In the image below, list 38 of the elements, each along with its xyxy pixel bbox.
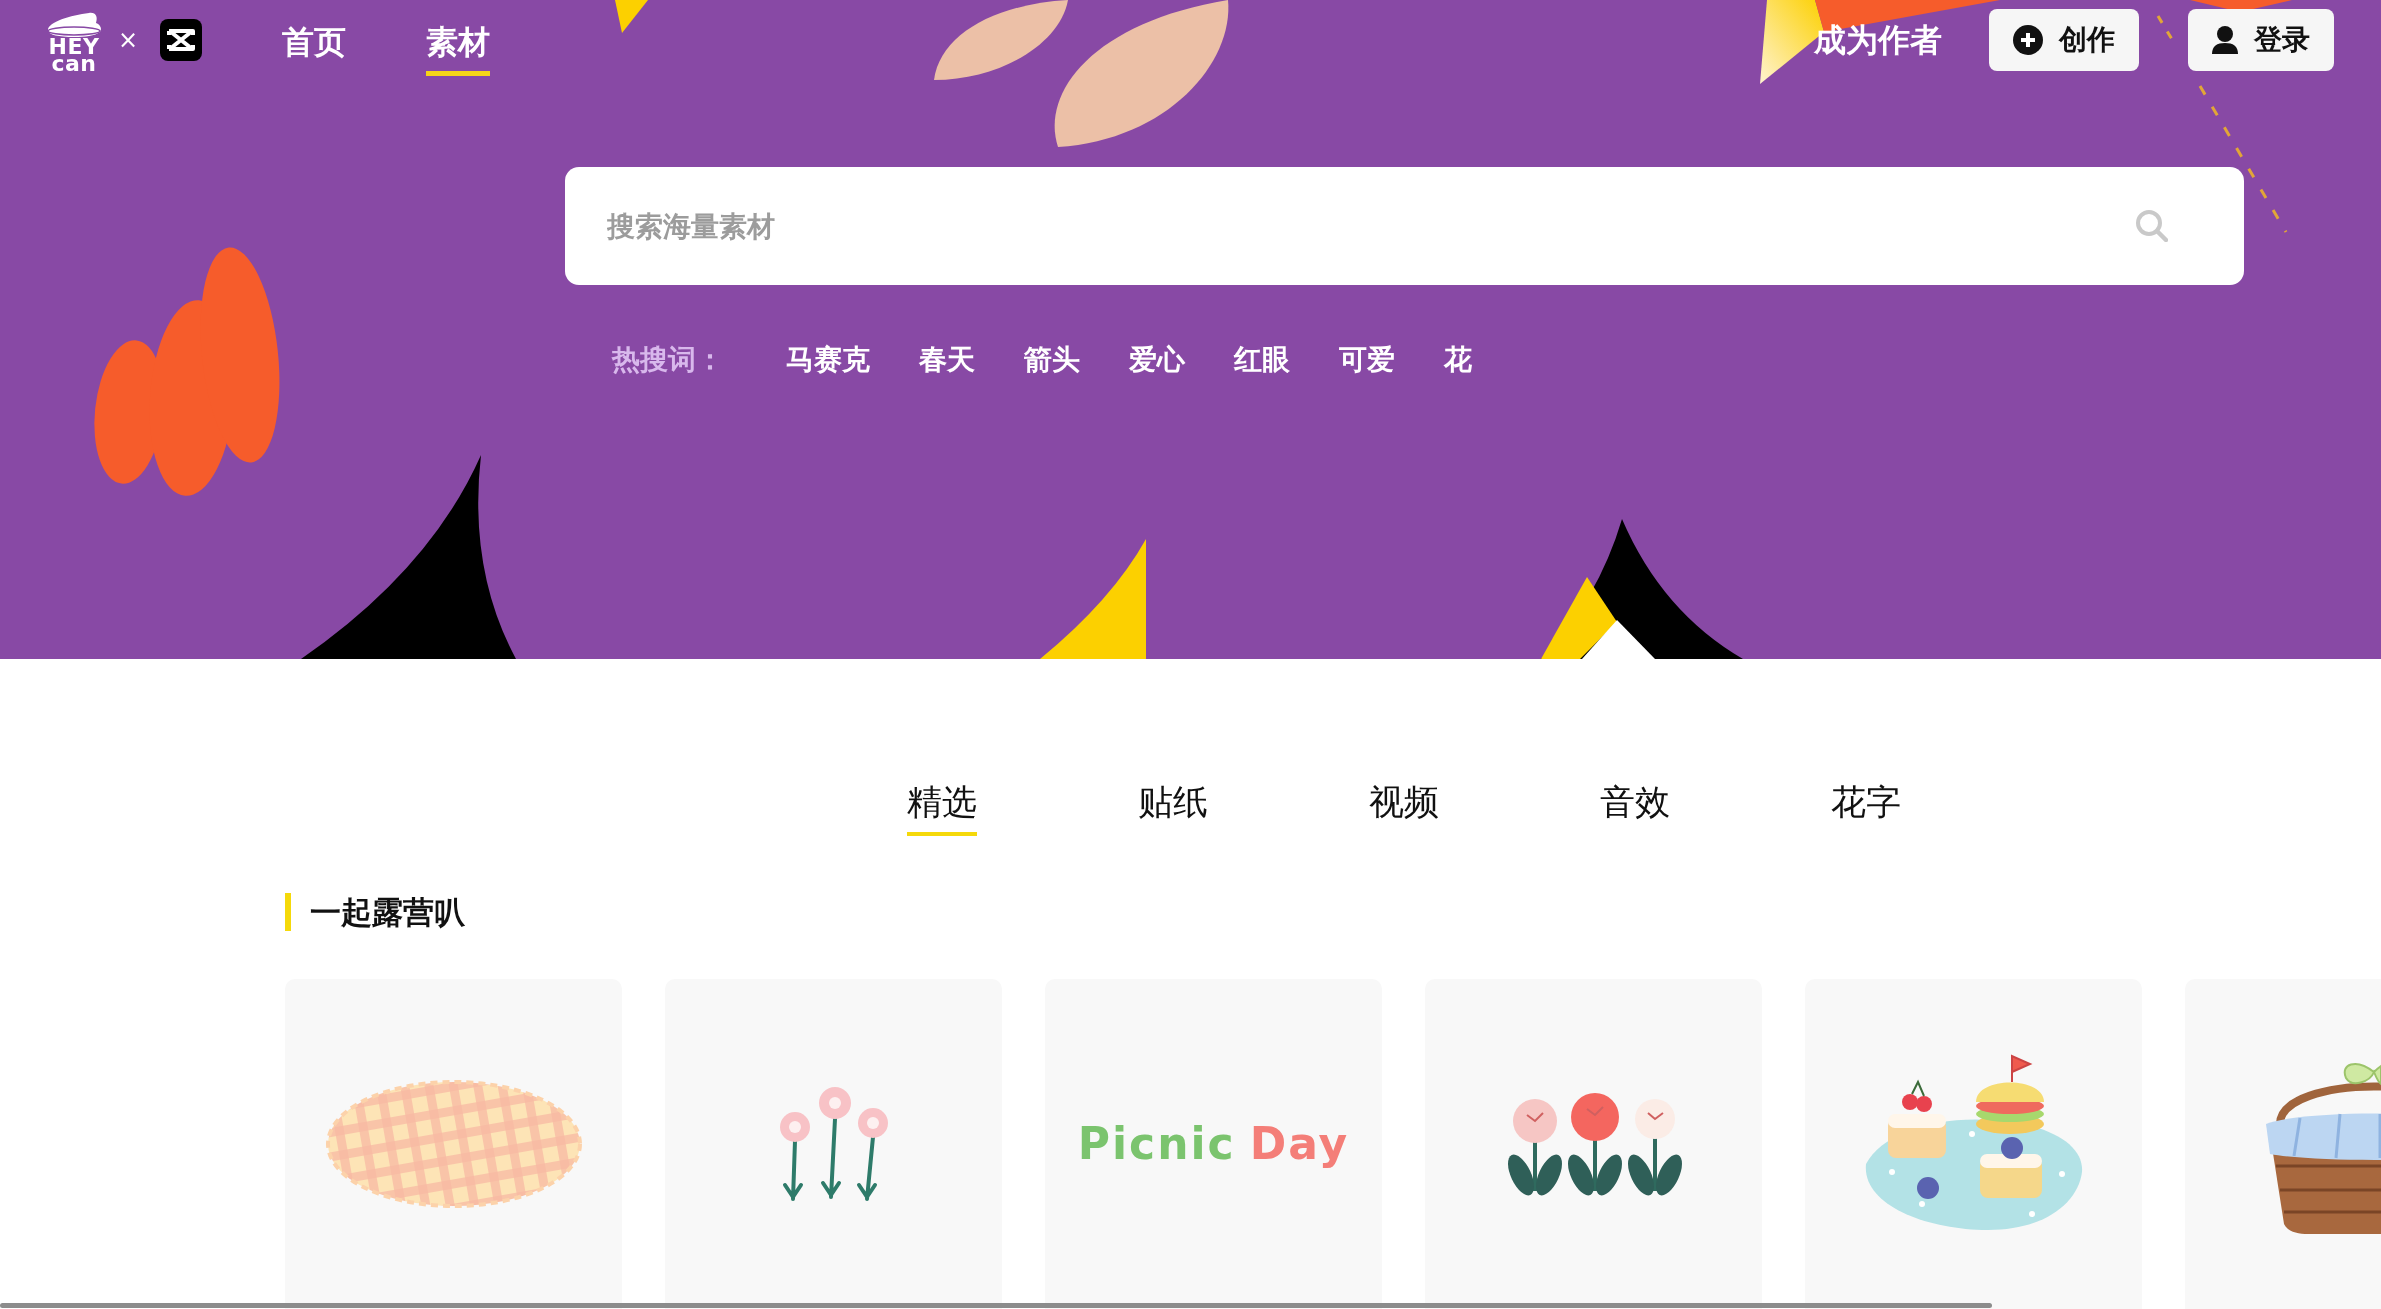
hot-search-term[interactable]: 花 [1444,340,1472,380]
create-button[interactable]: 创作 [1989,9,2139,71]
hot-search-term[interactable]: 红眼 [1234,340,1290,380]
cap-logo-icon [45,12,103,38]
plaid-blanket-icon [325,1080,582,1208]
category-tab[interactable]: 音效 [1600,782,1670,836]
logo-text: can [51,55,97,72]
sticker-card[interactable] [2185,979,2381,1309]
category-tab[interactable]: 花字 [1831,782,1901,836]
search-field[interactable]: 搜索海量素材 [565,167,2244,285]
scrollbar-thumb[interactable] [0,1303,1992,1308]
section-title: 一起露营叭 [310,893,465,931]
category-tab[interactable]: 视频 [1369,782,1439,836]
login-button[interactable]: 登录 [2188,9,2334,71]
hot-search-term[interactable]: 可爱 [1339,340,1395,380]
sticker-card[interactable] [1425,979,1762,1309]
category-tab[interactable]: 精选 [907,782,977,836]
times-sign: × [118,26,139,54]
search-icon[interactable] [2135,209,2168,242]
sticker-card[interactable] [665,979,1002,1309]
hot-search-term[interactable]: 爱心 [1129,340,1185,380]
hot-search-term[interactable]: 马赛克 [786,340,870,380]
title-accent-bar [285,893,291,931]
plus-circle-icon [2013,25,2043,55]
hot-search-term[interactable]: 箭头 [1024,340,1080,380]
sticker-card[interactable] [1805,979,2142,1309]
category-tab[interactable]: 贴纸 [1138,782,1208,836]
user-icon [2212,26,2238,54]
sticker-word: Picnic [1077,1118,1236,1170]
nav-link[interactable]: 素材 [426,8,491,76]
app-logo-icon [160,19,203,61]
hot-search-term[interactable]: 春天 [919,340,975,380]
hot-search-label: 热搜词： [612,342,724,378]
sticker-word: Day [1249,1118,1350,1170]
become-author-link[interactable]: 成为作者 [1814,20,1942,60]
logo-text: HEY [48,38,100,55]
triangle-drawing [615,0,648,33]
nav-link[interactable]: 首页 [282,8,347,76]
